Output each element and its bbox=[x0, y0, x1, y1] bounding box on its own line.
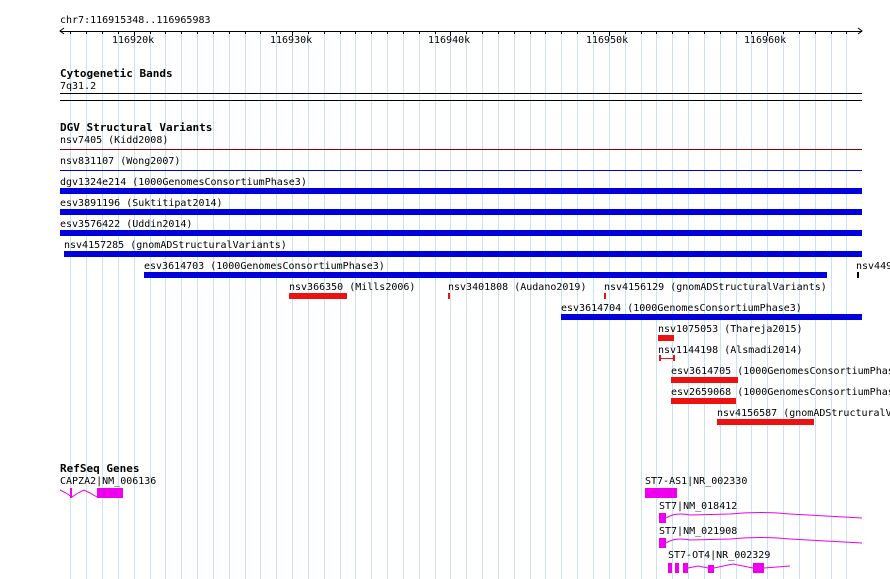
gene-model-st7-as1[interactable] bbox=[645, 488, 677, 498]
gene-model-st7-nm-021908[interactable] bbox=[659, 537, 863, 549]
gene-model-st7-nm-018412[interactable] bbox=[659, 512, 863, 524]
gene-model-st7-ot4[interactable] bbox=[668, 563, 791, 573]
refseq-gene-models bbox=[59, 488, 863, 573]
gene-model-capza2[interactable] bbox=[59, 488, 123, 498]
